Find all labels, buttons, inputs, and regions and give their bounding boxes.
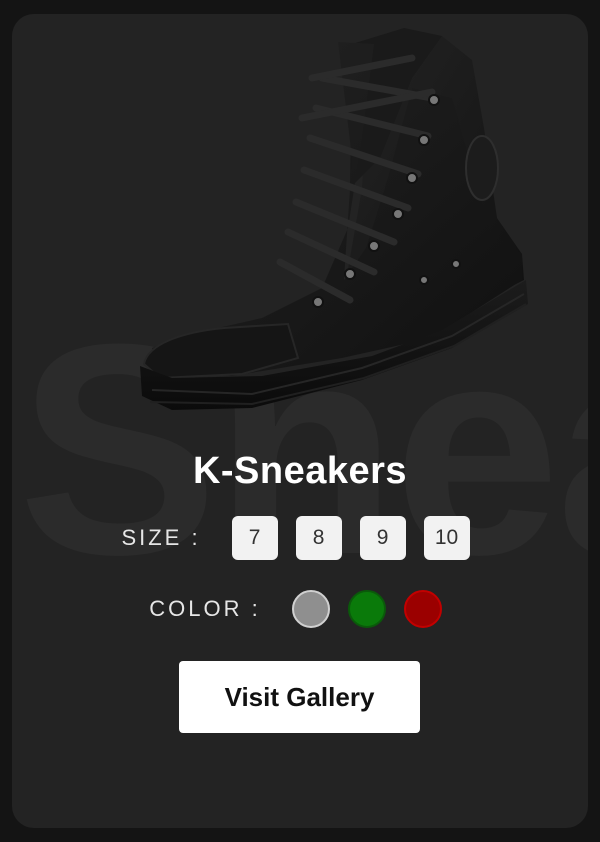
color-swatch-grey[interactable]: [291, 590, 330, 628]
product-card: Sneakers: [12, 14, 588, 828]
size-option-7[interactable]: 7: [231, 516, 278, 560]
size-label: SIZE :: [121, 525, 201, 550]
size-selector: SIZE : 7 8 9 10: [12, 514, 588, 562]
size-option-10[interactable]: 10: [423, 516, 470, 560]
color-selector: COLOR :: [12, 588, 588, 630]
color-swatch-green[interactable]: [347, 590, 386, 628]
size-option-8[interactable]: 8: [295, 516, 342, 560]
sneaker-image: [140, 28, 528, 410]
product-title: K-Sneakers: [192, 450, 408, 492]
color-label: COLOR :: [149, 596, 261, 621]
visit-gallery-button[interactable]: Visit Gallery: [179, 661, 420, 733]
color-swatch-red[interactable]: [403, 590, 442, 628]
size-option-9[interactable]: 9: [359, 516, 406, 560]
